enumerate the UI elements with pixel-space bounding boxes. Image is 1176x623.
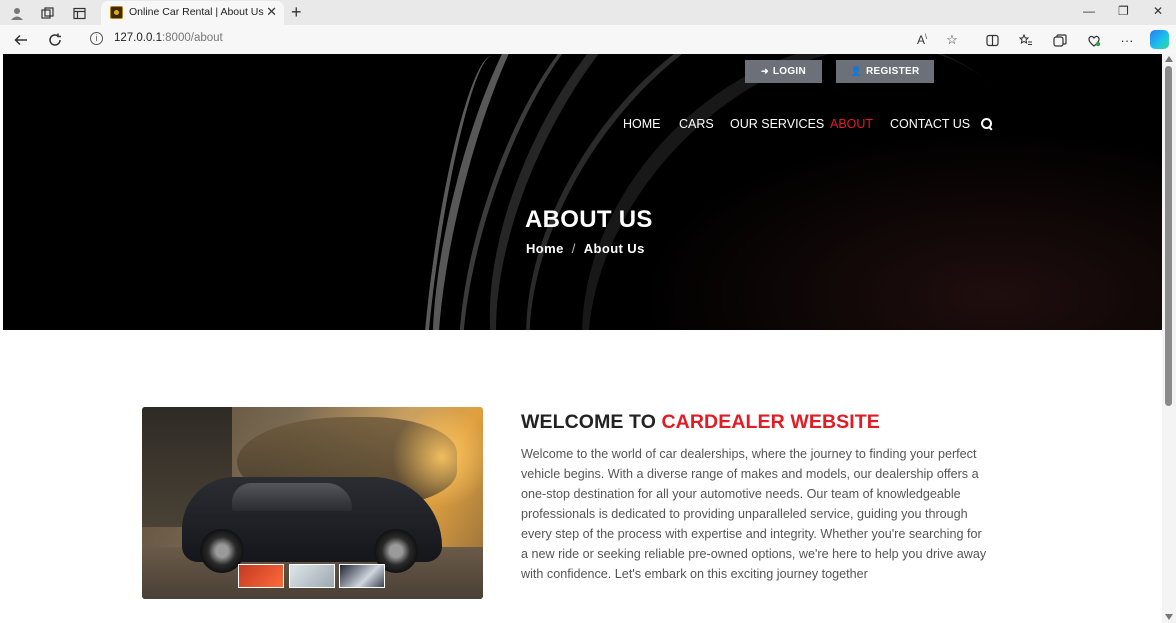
register-label: REGISTER — [865, 66, 920, 77]
workspaces-icon[interactable] — [38, 4, 56, 22]
hero-banner: ➜ LOGIN 👤 REGISTER HOME CARS OUR SERVICE… — [3, 54, 1162, 330]
scrollbar-thumb[interactable] — [1165, 66, 1172, 406]
nav-our-services[interactable]: OUR SERVICES — [730, 117, 824, 131]
minimize-icon[interactable]: — — [1083, 4, 1095, 18]
active-tab[interactable]: Online Car Rental | About Us ✕ — [101, 1, 284, 25]
scroll-down-icon[interactable] — [1165, 614, 1173, 620]
tab-actions-icon[interactable] — [70, 4, 88, 22]
close-tab-icon[interactable]: ✕ — [266, 4, 277, 20]
back-icon[interactable] — [11, 30, 31, 50]
welcome-heading: WELCOME TO CARDEALER WEBSITE — [521, 411, 880, 434]
read-aloud-icon[interactable]: A\ — [913, 31, 931, 49]
gallery-thumbnail[interactable] — [289, 564, 335, 588]
gallery-thumbnail[interactable] — [339, 564, 385, 588]
copilot-icon[interactable] — [1150, 30, 1169, 49]
breadcrumb-separator: / — [571, 241, 576, 256]
profile-icon[interactable] — [8, 4, 26, 22]
url-text: 127.0.0.1:8000/about — [114, 32, 223, 44]
image-car-window — [232, 483, 352, 511]
welcome-heading-prefix: WELCOME TO — [521, 411, 662, 433]
url-field[interactable]: i 127.0.0.1:8000/about — [77, 28, 972, 51]
more-options-icon[interactable]: ··· — [1118, 31, 1136, 49]
about-car-image — [142, 407, 483, 599]
user-plus-icon: 👤 — [850, 66, 862, 76]
page-title: ABOUT US — [525, 206, 653, 233]
login-button[interactable]: ➜ LOGIN — [745, 60, 822, 83]
gallery-thumbnail[interactable] — [238, 564, 284, 588]
nav-cars[interactable]: CARS — [679, 117, 714, 131]
register-button[interactable]: 👤 REGISTER — [836, 60, 934, 83]
welcome-heading-highlight: CARDEALER WEBSITE — [661, 411, 880, 433]
about-paragraph: Welcome to the world of car dealerships,… — [521, 447, 987, 581]
favorite-star-icon[interactable]: ☆ — [943, 31, 961, 49]
split-screen-icon[interactable] — [983, 31, 1001, 49]
nav-about[interactable]: ABOUT — [830, 117, 873, 131]
favorites-icon[interactable] — [1017, 31, 1035, 49]
breadcrumb-home-link[interactable]: Home — [526, 241, 564, 256]
nav-contact-us[interactable]: CONTACT US — [890, 117, 970, 131]
breadcrumb-current: About Us — [583, 241, 645, 256]
browser-tab-bar: Online Car Rental | About Us ✕ + — ❐ ✕ — [0, 0, 1176, 25]
login-label: LOGIN — [772, 66, 806, 77]
tab-title: Online Car Rental | About Us — [129, 6, 264, 18]
page-viewport: ➜ LOGIN 👤 REGISTER HOME CARS OUR SERVICE… — [3, 54, 1162, 623]
search-icon[interactable] — [981, 118, 993, 130]
nav-home[interactable]: HOME — [623, 117, 661, 131]
new-tab-icon[interactable]: + — [291, 2, 302, 23]
scroll-up-icon[interactable] — [1165, 56, 1173, 62]
breadcrumb: Home / About Us — [526, 241, 645, 256]
page-scrollbar[interactable] — [1162, 54, 1176, 623]
address-bar-row: i 127.0.0.1:8000/about A\ ☆ ··· — [0, 25, 1176, 54]
refresh-icon[interactable] — [45, 30, 65, 50]
collections-icon[interactable] — [1051, 31, 1069, 49]
browser-essentials-icon[interactable] — [1085, 31, 1103, 49]
site-info-icon[interactable]: i — [90, 32, 103, 45]
restore-icon[interactable]: ❐ — [1118, 4, 1129, 18]
sign-in-icon: ➜ — [760, 66, 769, 76]
close-window-icon[interactable]: ✕ — [1153, 4, 1163, 18]
site-favicon-icon — [110, 6, 123, 19]
